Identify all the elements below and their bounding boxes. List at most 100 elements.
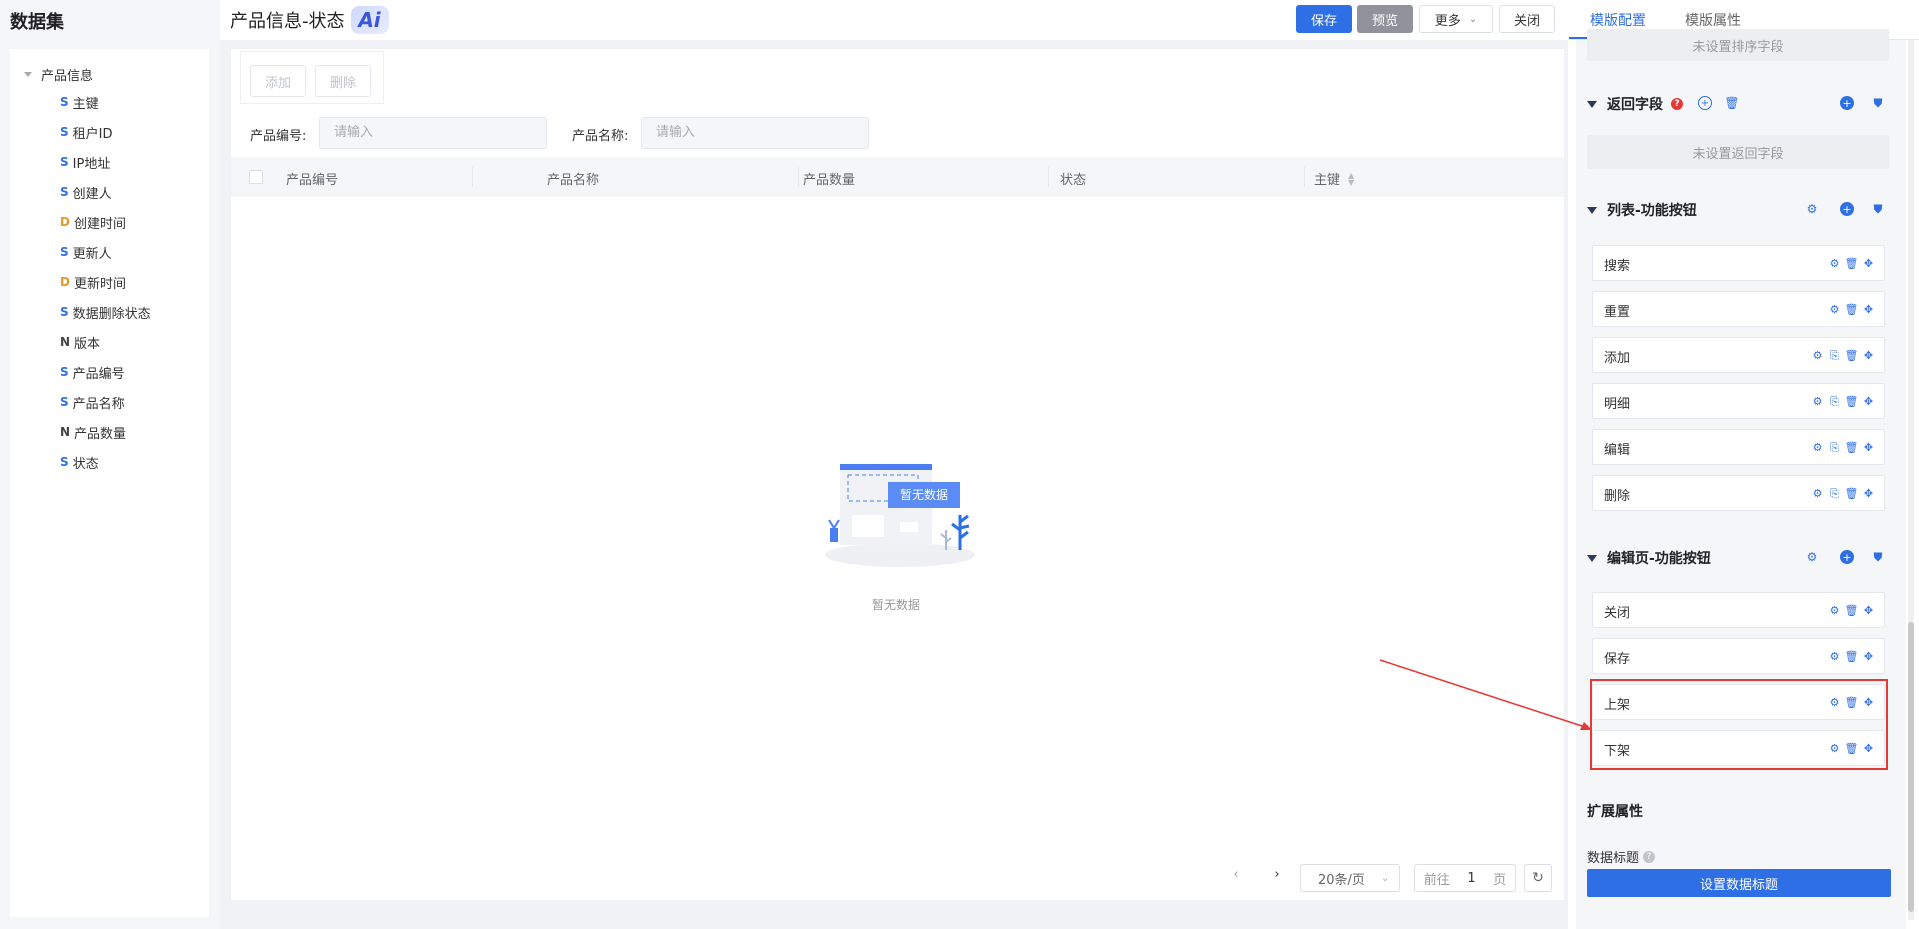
function-button-row[interactable]: 重置 ⚙ 🗑 ✥ <box>1592 291 1885 327</box>
tree-root[interactable]: 产品信息 <box>24 65 93 84</box>
gear-icon[interactable]: ⚙ <box>1828 303 1841 316</box>
copy-icon[interactable]: ⎘ <box>1828 487 1841 500</box>
product-no-input[interactable]: 请输入 <box>319 117 547 149</box>
trash-icon[interactable]: 🗑 <box>1845 303 1859 316</box>
more-dropdown[interactable]: 更多 ⌄ <box>1419 5 1493 33</box>
field-item[interactable]: S 创建人 <box>60 183 112 202</box>
function-button-row[interactable]: 保存 ⚙ 🗑 ✥ <box>1592 638 1885 674</box>
add-circle-icon[interactable]: + <box>1698 96 1712 110</box>
ai-icon[interactable]: Ai <box>350 6 389 34</box>
page-jump[interactable]: 前往 1 页 <box>1414 864 1516 892</box>
function-button-row[interactable]: 搜索 ⚙ 🗑 ✥ <box>1592 245 1885 281</box>
copy-icon[interactable]: ⎘ <box>1828 395 1841 408</box>
select-all-checkbox[interactable] <box>249 170 263 184</box>
gear-icon[interactable]: ⚙ <box>1811 395 1824 408</box>
gear-icon[interactable]: ⚙ <box>1811 441 1824 454</box>
field-item[interactable]: S 数据删除状态 <box>60 303 151 322</box>
caret-down-icon[interactable] <box>1587 554 1597 562</box>
field-item[interactable]: S 状态 <box>60 453 99 472</box>
edit-buttons-header[interactable]: 编辑页-功能按钮 <box>1587 548 1711 568</box>
tab-template-props[interactable]: 模版属性 <box>1685 10 1741 30</box>
return-fields-placeholder[interactable]: 未设置返回字段 <box>1587 135 1889 169</box>
delete-button[interactable]: 删除 <box>315 65 371 97</box>
trash-icon[interactable]: 🗑 <box>1845 349 1859 362</box>
move-icon[interactable]: ✥ <box>1862 395 1875 408</box>
trash-icon[interactable]: 🗑 <box>1845 395 1859 408</box>
copy-icon[interactable]: ⎘ <box>1828 349 1841 362</box>
add-button[interactable]: 添加 <box>250 65 306 97</box>
caret-down-icon[interactable] <box>1587 206 1597 214</box>
col-product-no[interactable]: 产品编号 <box>286 169 338 188</box>
field-item[interactable]: S 更新人 <box>60 243 112 262</box>
save-button[interactable]: 保存 <box>1296 5 1352 33</box>
gear-icon[interactable]: ⚙ <box>1805 202 1819 216</box>
move-icon[interactable]: ✥ <box>1862 487 1875 500</box>
refresh-icon[interactable]: ↻ <box>1524 864 1552 892</box>
field-item[interactable]: N 产品数量 <box>60 423 126 442</box>
scrollbar-thumb[interactable] <box>1908 622 1914 912</box>
col-primary-key[interactable]: 主键 ▲ ▼ <box>1314 169 1354 188</box>
list-buttons-header[interactable]: 列表-功能按钮 <box>1587 200 1697 220</box>
field-item[interactable]: N 版本 <box>60 333 100 352</box>
trash-icon[interactable]: 🗑 <box>1845 441 1859 454</box>
field-item[interactable]: S IP地址 <box>60 153 110 172</box>
next-page-icon[interactable]: › <box>1267 867 1287 882</box>
field-item[interactable]: D 创建时间 <box>60 213 126 232</box>
field-item[interactable]: S 产品编号 <box>60 363 125 382</box>
page-number-input[interactable]: 1 <box>1467 871 1475 886</box>
set-data-title-button[interactable]: 设置数据标题 <box>1587 869 1891 897</box>
field-item[interactable]: S 租户ID <box>60 123 113 142</box>
function-button-row[interactable]: 关闭 ⚙ 🗑 ✥ <box>1592 592 1885 628</box>
close-button[interactable]: 关闭 <box>1499 5 1555 33</box>
help-icon[interactable]: ? <box>1671 98 1683 110</box>
move-icon[interactable]: ✥ <box>1862 257 1875 270</box>
tab-template-config[interactable]: 模版配置 <box>1590 10 1646 30</box>
gear-icon[interactable]: ⚙ <box>1828 257 1841 270</box>
sort-placeholder[interactable]: 未设置排序字段 <box>1587 29 1889 61</box>
function-button-row[interactable]: 编辑 ⚙ ⎘ 🗑 ✥ <box>1592 429 1885 465</box>
add-filled-icon[interactable]: + <box>1840 202 1854 216</box>
help-icon[interactable]: ? <box>1643 850 1656 863</box>
add-filled-icon[interactable]: + <box>1840 96 1854 110</box>
add-filled-icon[interactable]: + <box>1840 550 1854 564</box>
page-size-select[interactable]: 20条/页 ⌄ <box>1300 864 1400 892</box>
move-icon[interactable]: ✥ <box>1862 441 1875 454</box>
function-button-row[interactable]: 删除 ⚙ ⎘ 🗑 ✥ <box>1592 475 1885 511</box>
function-button-label: 重置 <box>1604 305 1631 320</box>
trash-icon[interactable]: 🗑 <box>1845 257 1859 270</box>
col-product-qty[interactable]: 产品数量 <box>803 169 855 188</box>
move-icon[interactable]: ✥ <box>1862 604 1875 617</box>
product-name-input[interactable]: 请输入 <box>641 117 869 149</box>
caret-down-icon[interactable] <box>24 72 32 77</box>
move-icon[interactable]: ✥ <box>1862 650 1875 663</box>
function-button-label: 明细 <box>1604 397 1631 412</box>
gear-icon[interactable]: ⚙ <box>1828 650 1841 663</box>
shield-icon[interactable]: ⛊ <box>1871 96 1885 110</box>
preview-button[interactable]: 预览 <box>1357 5 1413 33</box>
field-item[interactable]: S 主键 <box>60 93 99 112</box>
field-item[interactable]: S 产品名称 <box>60 393 125 412</box>
shield-icon[interactable]: ⛊ <box>1871 550 1885 564</box>
shield-icon[interactable]: ⛊ <box>1871 202 1885 216</box>
gear-icon[interactable]: ⚙ <box>1805 550 1819 564</box>
field-item[interactable]: D 更新时间 <box>60 273 126 292</box>
move-icon[interactable]: ✥ <box>1862 349 1875 362</box>
function-button-row[interactable]: 添加 ⚙ ⎘ 🗑 ✥ <box>1592 337 1885 373</box>
trash-icon[interactable]: 🗑 <box>1845 487 1859 500</box>
sort-icon[interactable]: ▲ ▼ <box>1348 171 1354 186</box>
gear-icon[interactable]: ⚙ <box>1811 487 1824 500</box>
col-product-name[interactable]: 产品名称 <box>547 169 599 188</box>
gear-icon[interactable]: ⚙ <box>1811 349 1824 362</box>
trash-icon[interactable]: 🗑 <box>1845 604 1859 617</box>
trash-icon[interactable]: 🗑 <box>1724 96 1739 110</box>
gear-icon[interactable]: ⚙ <box>1828 604 1841 617</box>
prev-page-icon[interactable]: ‹ <box>1226 867 1246 882</box>
function-button-row[interactable]: 明细 ⚙ ⎘ 🗑 ✥ <box>1592 383 1885 419</box>
col-status[interactable]: 状态 <box>1060 169 1086 188</box>
return-fields-header[interactable]: 返回字段 ? <box>1587 94 1683 114</box>
caret-down-icon[interactable] <box>1587 100 1597 108</box>
copy-icon[interactable]: ⎘ <box>1828 441 1841 454</box>
move-icon[interactable]: ✥ <box>1862 303 1875 316</box>
trash-icon[interactable]: 🗑 <box>1845 650 1859 663</box>
chevron-down-icon: ⌄ <box>1380 872 1390 884</box>
